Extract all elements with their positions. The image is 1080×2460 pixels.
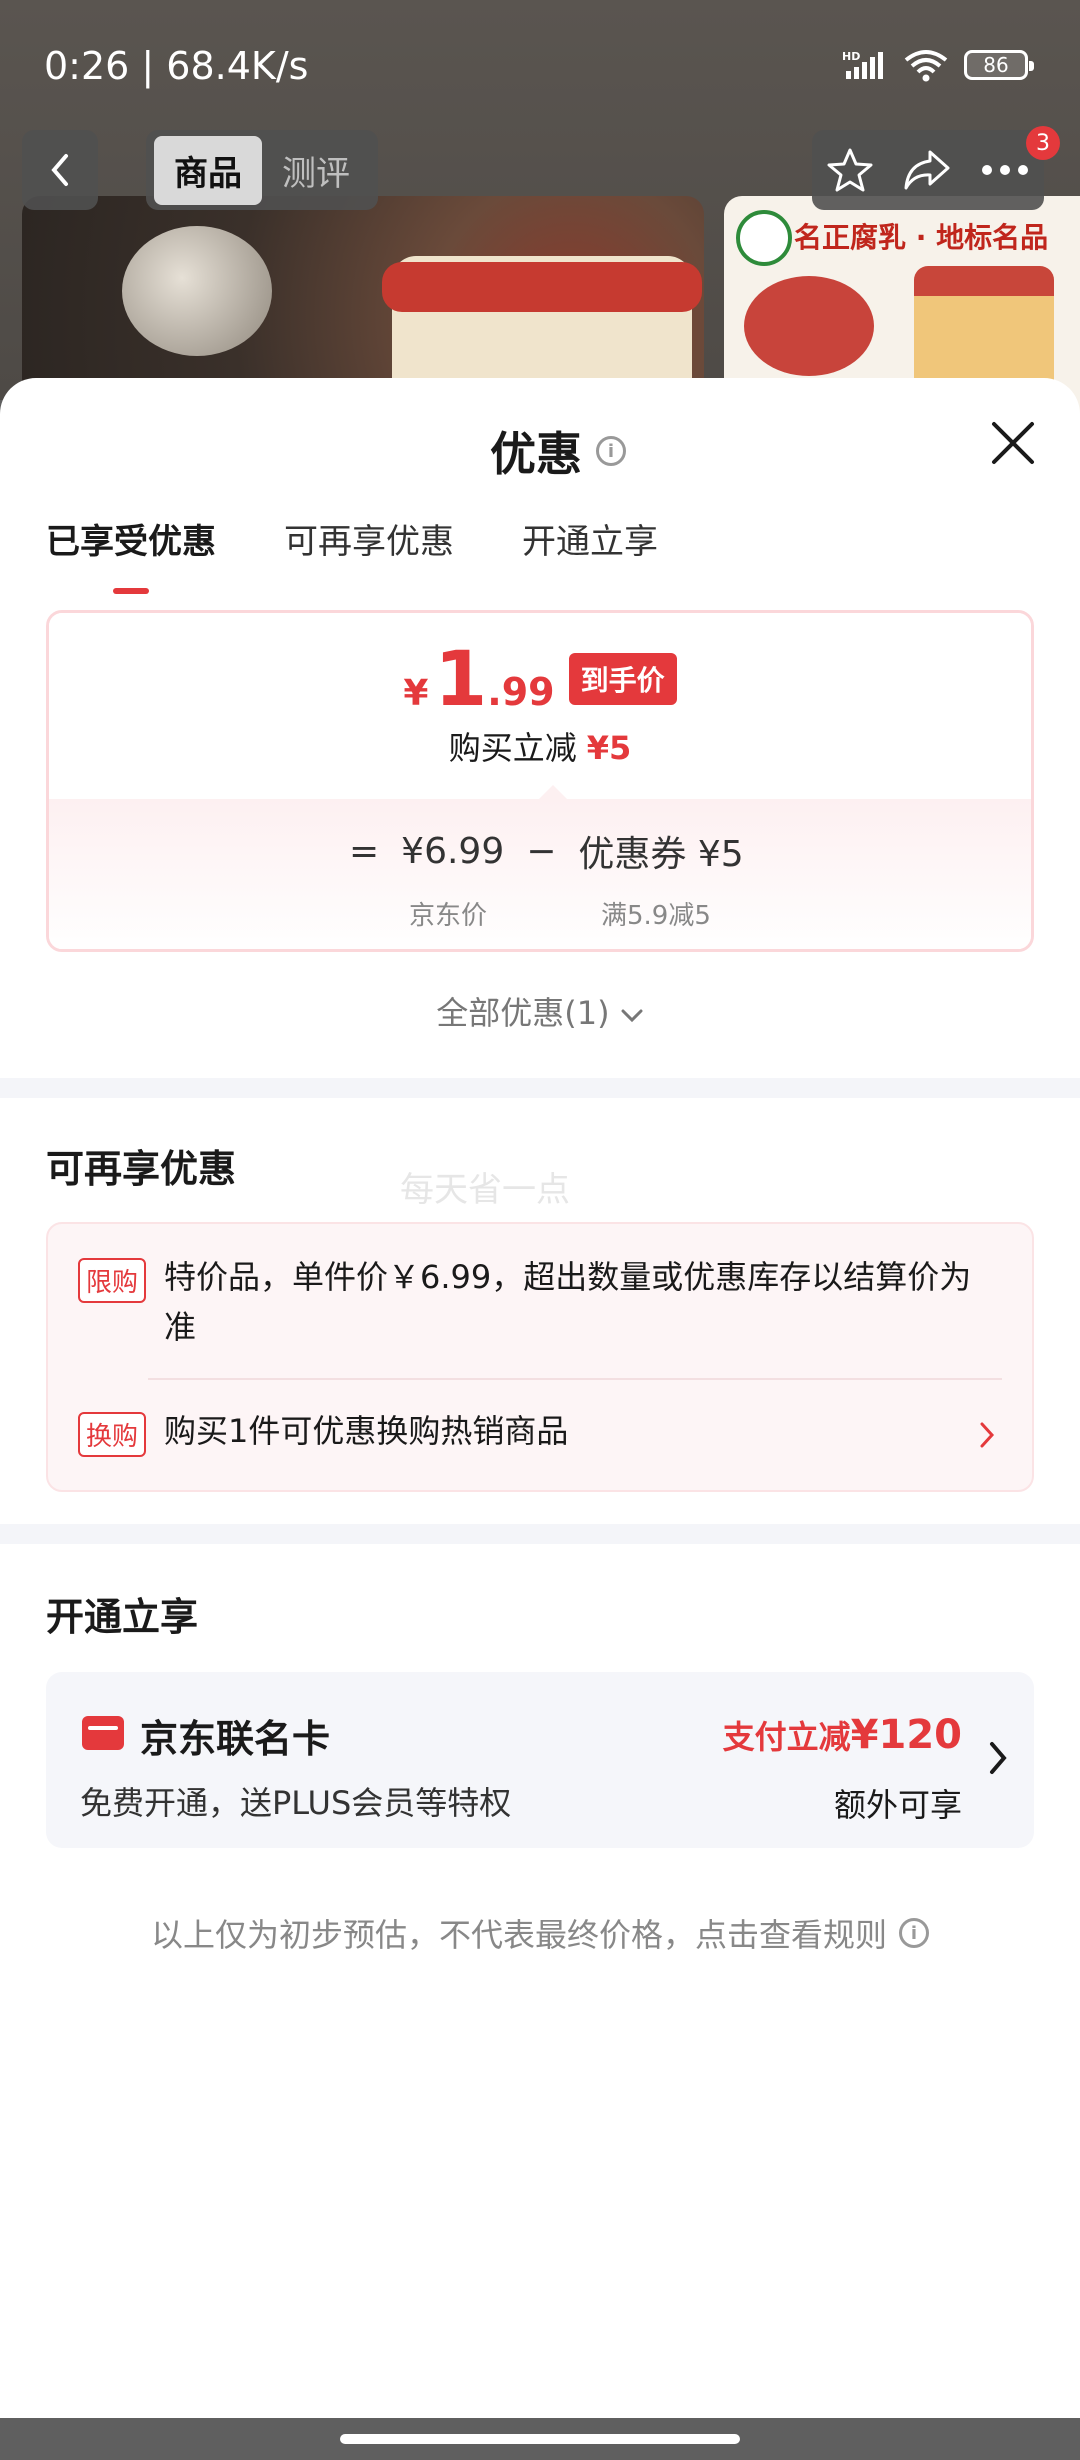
card-description: 免费开通，送PLUS会员等特权 (80, 1784, 512, 1822)
brand-logo (736, 210, 792, 266)
tab-enjoyed-discounts[interactable]: 已享受优惠 (46, 496, 216, 586)
status-icons: HD 86 (842, 48, 1034, 82)
tab-open-enjoy[interactable]: 开通立享 (522, 496, 658, 586)
credit-card-icon (82, 1716, 124, 1750)
formula-minus: − (526, 830, 557, 872)
open-enjoy-title: 开通立享 (46, 1595, 199, 1639)
chevron-down-icon (621, 1009, 643, 1023)
final-price-card: ¥ 1 .99 到手价 购买立减 ¥5 = ¥6.99 − 优惠券 ¥5 京东价 … (46, 610, 1034, 952)
watermark-text: 每天省一点 (400, 1170, 570, 1210)
final-price-tag: 到手价 (568, 653, 677, 705)
thumbnail-title: 名正腐乳 · 地标名品 (794, 221, 1049, 254)
coupon-condition-label: 满5.9减5 (601, 901, 711, 931)
tab-more-discounts[interactable]: 可再享优惠 (284, 496, 454, 586)
section-divider-2 (0, 1524, 1080, 1544)
battery-icon: 86 (964, 50, 1034, 80)
final-price: ¥ 1 .99 到手价 (49, 641, 1031, 717)
card-extra-label: 额外可享 (833, 1786, 962, 1824)
cellular-signal-icon: HD (842, 50, 883, 79)
instant-discount-label: 购买立减 (448, 729, 577, 767)
share-icon[interactable] (902, 148, 952, 192)
formula-coupon: 优惠券 ¥5 (578, 834, 744, 875)
rules-info-icon: i (899, 1918, 929, 1948)
close-icon[interactable] (988, 418, 1038, 468)
page-tabs: 商品 测评 (146, 130, 378, 210)
jd-price-label: 京东价 (409, 901, 488, 931)
top-actions: 3 (812, 126, 1060, 210)
tab-product[interactable]: 商品 (154, 135, 262, 205)
svg-text:HD: HD (842, 50, 860, 63)
notification-badge: 3 (1026, 126, 1060, 160)
discount-sheet: 优惠 i 已享受优惠 可再享优惠 开通立享 ¥ 1 .99 到手价 购买立减 ¥5… (0, 378, 1080, 2418)
formula-jd-price: ¥6.99 (401, 830, 505, 872)
status-bar: 0:26 | 68.4K/s HD 86 (0, 0, 1080, 120)
exchange-tag: 换购 (78, 1412, 147, 1457)
tab-review[interactable]: 测评 (262, 136, 370, 205)
price-integer: 1 (434, 634, 488, 723)
home-indicator[interactable] (340, 2434, 740, 2444)
limit-purchase-text: 特价品，单件价￥6.99，超出数量或优惠库存以结算价为准 (164, 1258, 972, 1346)
garlic-graphic (122, 226, 272, 356)
price-currency: ¥ (403, 673, 429, 714)
limit-purchase-tag: 限购 (78, 1258, 147, 1303)
jar-lid-graphic (382, 262, 702, 312)
instant-discount: 购买立减 ¥5 (49, 723, 1031, 769)
offer-separator (148, 1378, 1002, 1380)
geo-seal-graphic (744, 276, 874, 376)
section-divider (0, 1078, 1080, 1098)
chevron-left-icon (51, 154, 68, 186)
disclaimer-text: 以上仅为初步预估，不代表最终价格，点击查看规则 (150, 1916, 887, 1954)
chevron-right-icon (980, 1422, 995, 1448)
favorite-star-icon[interactable] (826, 146, 874, 194)
exchange-text: 购买1件可优惠换购热销商品 (164, 1412, 569, 1450)
chevron-right-icon (990, 1742, 1007, 1774)
sheet-header: 优惠 i (0, 378, 1080, 496)
sheet-title-group: 优惠 i (490, 418, 626, 484)
wifi-icon (904, 50, 948, 82)
extra-offers-box: 限购 特价品，单件价￥6.99，超出数量或优惠库存以结算价为准 换购 购买1件可… (46, 1222, 1034, 1492)
formula-equals: = (349, 830, 380, 872)
price-decimal: .99 (487, 670, 555, 714)
sheet-title: 优惠 (490, 427, 582, 481)
price-formula: = ¥6.99 − 优惠券 ¥5 京东价 满5.9减5 (49, 785, 1031, 949)
all-offers-label: 全部优惠(1) (436, 994, 610, 1032)
extra-offers-title: 可再享优惠 (46, 1147, 237, 1191)
card-promo: 支付立减¥120 (723, 1712, 962, 1758)
card-promo-value: ¥120 (850, 1712, 962, 1758)
cobrand-card-offer[interactable]: 京东联名卡 免费开通，送PLUS会员等特权 支付立减¥120 额外可享 (46, 1672, 1034, 1848)
all-offers-link[interactable]: 全部优惠(1) (0, 988, 1080, 1034)
status-time: 0:26 | 68.4K/s (44, 44, 309, 88)
final-price-top: ¥ 1 .99 到手价 购买立减 ¥5 (49, 613, 1031, 799)
formula-row: = ¥6.99 − 优惠券 ¥5 (349, 825, 744, 877)
battery-level: 86 (983, 53, 1009, 77)
more-icon[interactable] (980, 163, 1030, 177)
list-item: 限购 特价品，单件价￥6.99，超出数量或优惠库存以结算价为准 (78, 1252, 1002, 1352)
disclaimer-link[interactable]: 以上仅为初步预估，不代表最终价格，点击查看规则 i (0, 1910, 1080, 1956)
list-item-exchange[interactable]: 换购 购买1件可优惠换购热销商品 (78, 1406, 1002, 1457)
back-button[interactable] (22, 130, 98, 210)
info-icon[interactable]: i (596, 436, 626, 466)
card-name: 京东联名卡 (140, 1717, 331, 1761)
instant-discount-value: ¥5 (586, 729, 632, 767)
discount-tabs: 已享受优惠 可再享优惠 开通立享 (0, 496, 1080, 586)
card-promo-prefix: 支付立减 (722, 1718, 851, 1756)
